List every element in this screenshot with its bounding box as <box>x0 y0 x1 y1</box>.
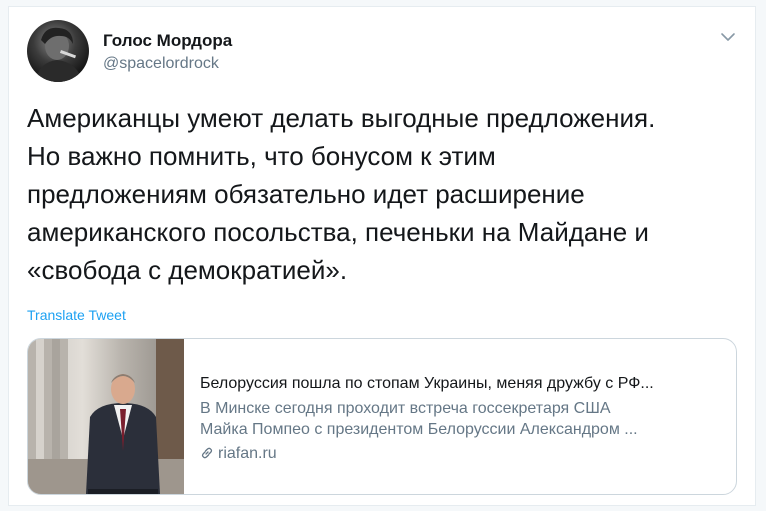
display-name[interactable]: Голос Мордора <box>103 31 232 51</box>
card-thumbnail <box>28 339 184 494</box>
card-description-line: Майка Помпео с президентом Белоруссии Ал… <box>200 421 638 438</box>
avatar[interactable] <box>27 20 89 82</box>
card-title: Белоруссия пошла по стопам Украины, меня… <box>200 375 654 392</box>
card-domain-text: riafan.ru <box>218 445 277 462</box>
chevron-down-icon[interactable] <box>719 31 737 43</box>
card-description: В Минске сегодня проходит встреча госсек… <box>200 398 726 440</box>
card-description-line: В Минске сегодня проходит встреча госсек… <box>200 400 611 417</box>
tweet-container: Голос Мордора @spacelordrock Американцы … <box>8 6 756 506</box>
card-domain: riafan.ru <box>200 445 277 463</box>
avatar-image <box>35 27 83 82</box>
card-thumbnail-image <box>28 339 184 494</box>
user-handle[interactable]: @spacelordrock <box>103 55 219 73</box>
link-icon <box>201 447 213 459</box>
translate-tweet-link[interactable]: Translate Tweet <box>27 307 126 323</box>
tweet-text: Американцы умеют делать выгодные предлож… <box>27 103 656 285</box>
link-card[interactable]: Белоруссия пошла по стопам Украины, меня… <box>27 338 737 495</box>
